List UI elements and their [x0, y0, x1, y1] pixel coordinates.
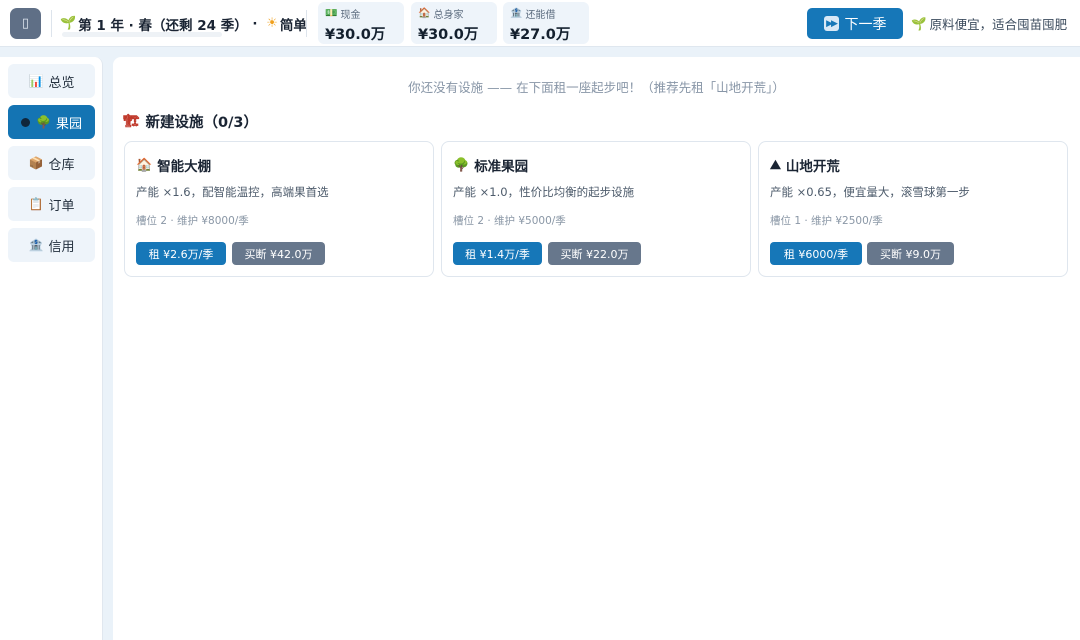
- tip-text: 原料便宜，适合囤苗囤肥: [929, 17, 1068, 32]
- facility-name-label: 智能大棚: [157, 159, 212, 175]
- season-separator: ·: [247, 15, 263, 32]
- stat-credit: 🏦 还能借 ¥27.0万: [503, 2, 589, 44]
- facility-name-label: 山地开荒: [785, 159, 840, 175]
- facility-card-standard-orchard: 🌳 标准果园 产能 ×1.0，性价比均衡的起步设施 槽位 2 · 维护 ¥500…: [441, 141, 751, 277]
- facility-description: 产能 ×1.6，配智能温控，高端果首选: [136, 185, 329, 199]
- sidebar-item-label: 仓库: [48, 157, 75, 173]
- cash-icon: 💵: [325, 8, 338, 19]
- house-icon: 🏠: [136, 157, 153, 173]
- section-title-label: 新建设施（0/3）: [145, 115, 258, 131]
- main-panel: 你还没有设施 —— 在下面租一座起步吧！（推荐先租「山地开荒」） 🏗 新建设施（…: [113, 57, 1080, 640]
- sprout-icon: 🌱: [911, 15, 927, 31]
- clipboard-icon: 📋: [28, 197, 44, 211]
- facility-meta: 槽位 2 · 维护 ¥8000/季: [136, 215, 249, 227]
- stat-value: ¥27.0万: [510, 27, 571, 43]
- next-season-label: 下一季: [844, 16, 887, 33]
- facility-name: ⛰ 山地开荒: [770, 155, 840, 176]
- season-tip: 🌱 原料便宜，适合囤苗囤肥: [911, 14, 1067, 33]
- sidebar-item-overview[interactable]: 📊 总览: [8, 64, 95, 98]
- active-dot: [21, 117, 31, 127]
- sidebar-item-label: 总览: [48, 75, 75, 91]
- buy-button[interactable]: 买断 ¥42.0万: [232, 242, 325, 265]
- fast-forward-icon: ▶▶: [823, 16, 839, 31]
- mountain-icon: ⛰: [770, 157, 781, 173]
- sidebar-item-label: 信用: [48, 239, 75, 255]
- house-icon: 🏠: [418, 8, 431, 19]
- sidebar-item-credit[interactable]: 🏦 信用: [8, 228, 95, 262]
- season-label: 第 1 年 · 春（还剩 24 季）: [78, 17, 248, 34]
- next-season-button[interactable]: ▶▶ 下一季: [807, 8, 903, 39]
- top-bar: ▯ 🌱 第 1 年 · 春（还剩 24 季） · ☀ 简单 💵 现金 ¥30.0万…: [0, 0, 1080, 47]
- stat-label: 总身家: [433, 10, 464, 21]
- sprout-icon: 🌱: [60, 16, 77, 31]
- tree-icon: 🌳: [453, 157, 470, 173]
- bank-icon: 🏦: [510, 8, 523, 19]
- tree-icon: 🌳: [36, 115, 51, 129]
- facility-description: 产能 ×1.0，性价比均衡的起步设施: [453, 185, 635, 199]
- sun-icon: ☀: [266, 16, 278, 31]
- stat-cash: 💵 现金 ¥30.0万: [318, 2, 404, 44]
- stat-label: 现金: [340, 10, 361, 21]
- facility-name: 🌳 标准果园: [453, 155, 529, 176]
- facility-description: 产能 ×0.65，便宜量大，滚雪球第一步: [770, 185, 970, 199]
- stat-value: ¥30.0万: [418, 27, 479, 43]
- divider: [306, 10, 307, 37]
- divider: [51, 10, 52, 37]
- menu-button[interactable]: ▯: [10, 8, 41, 39]
- bank-icon: 🏦: [28, 238, 44, 252]
- menu-icon: ▯: [21, 16, 30, 31]
- rent-button[interactable]: 租 ¥6000/季: [770, 242, 862, 265]
- sidebar-item-label: 订单: [48, 198, 75, 214]
- facility-meta: 槽位 1 · 维护 ¥2500/季: [770, 215, 883, 227]
- stat-label: 还能借: [525, 10, 556, 21]
- sidebar: 📊 总览 🌳 果园 📦 仓库 📋 订单 🏦 信用: [0, 57, 103, 640]
- sidebar-item-orders[interactable]: 📋 订单: [8, 187, 95, 221]
- rent-button[interactable]: 租 ¥2.6万/季: [136, 242, 226, 265]
- rent-button[interactable]: 租 ¥1.4万/季: [453, 242, 542, 265]
- stat-net-worth: 🏠 总身家 ¥30.0万: [411, 2, 497, 44]
- buy-button[interactable]: 买断 ¥22.0万: [548, 242, 641, 265]
- stat-value: ¥30.0万: [325, 27, 386, 43]
- season-indicator: 🌱 第 1 年 · 春（还剩 24 季） · ☀ 简单: [60, 10, 307, 37]
- sidebar-item-orchard[interactable]: 🌳 果园: [8, 105, 95, 139]
- facility-meta: 槽位 2 · 维护 ¥5000/季: [453, 215, 566, 227]
- facility-card-smart-greenhouse: 🏠 智能大棚 产能 ×1.6，配智能温控，高端果首选 槽位 2 · 维护 ¥80…: [124, 141, 434, 277]
- section-title: 🏗 新建设施（0/3）: [123, 111, 258, 132]
- facility-card-mountain-clearing: ⛰ 山地开荒 产能 ×0.65，便宜量大，滚雪球第一步 槽位 1 · 维护 ¥2…: [758, 141, 1068, 277]
- box-icon: 📦: [28, 156, 44, 170]
- buy-button[interactable]: 买断 ¥9.0万: [867, 242, 954, 265]
- chart-icon: 📊: [28, 74, 44, 88]
- empty-state-message: 你还没有设施 —— 在下面租一座起步吧！（推荐先租「山地开荒」）: [408, 80, 785, 95]
- sidebar-item-warehouse[interactable]: 📦 仓库: [8, 146, 95, 180]
- facility-name: 🏠 智能大棚: [136, 155, 212, 176]
- sidebar-item-label: 果园: [55, 116, 82, 132]
- difficulty-label: 简单: [279, 17, 307, 34]
- facility-name-label: 标准果园: [474, 159, 529, 175]
- construction-icon: 🏗: [123, 114, 140, 129]
